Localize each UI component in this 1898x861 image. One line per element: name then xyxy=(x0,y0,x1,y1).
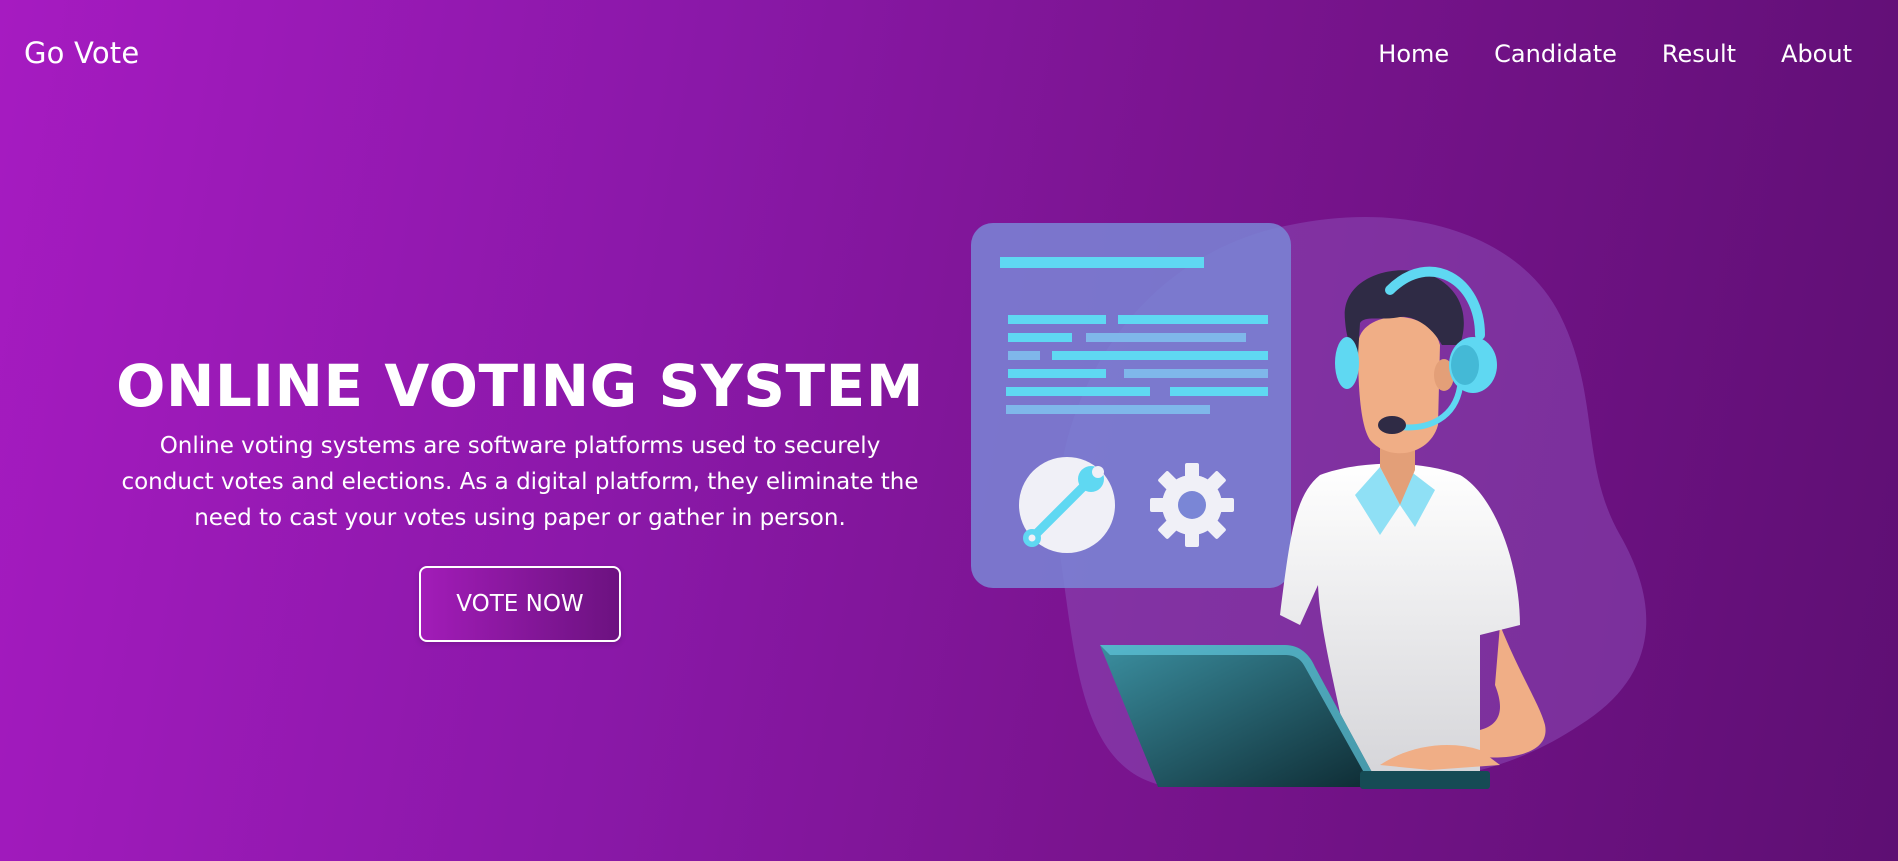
support-agent-illustration xyxy=(971,217,1647,789)
face xyxy=(1358,316,1440,454)
landing-page: Go Vote Home Candidate Result About ONLI… xyxy=(0,0,1898,861)
nav-link-about[interactable]: About xyxy=(1781,40,1852,68)
nav-menu: Home Candidate Result About xyxy=(1378,40,1852,68)
nav-link-candidate[interactable]: Candidate xyxy=(1494,40,1617,68)
hero-description: Online voting systems are software platf… xyxy=(121,433,919,531)
nav-link-home[interactable]: Home xyxy=(1378,40,1449,68)
hero-title: ONLINE VOTING SYSTEM xyxy=(116,352,924,420)
hero-section: ONLINE VOTING SYSTEM Online voting syste… xyxy=(110,350,930,642)
wrench-icon xyxy=(1019,457,1115,553)
gear-icon xyxy=(1150,463,1234,547)
nav-link-result[interactable]: Result xyxy=(1662,40,1736,68)
brand-logo[interactable]: Go Vote xyxy=(24,36,139,70)
navbar: Go Vote Home Candidate Result About xyxy=(0,0,1898,108)
vote-now-button[interactable]: VOTE NOW xyxy=(419,566,621,642)
